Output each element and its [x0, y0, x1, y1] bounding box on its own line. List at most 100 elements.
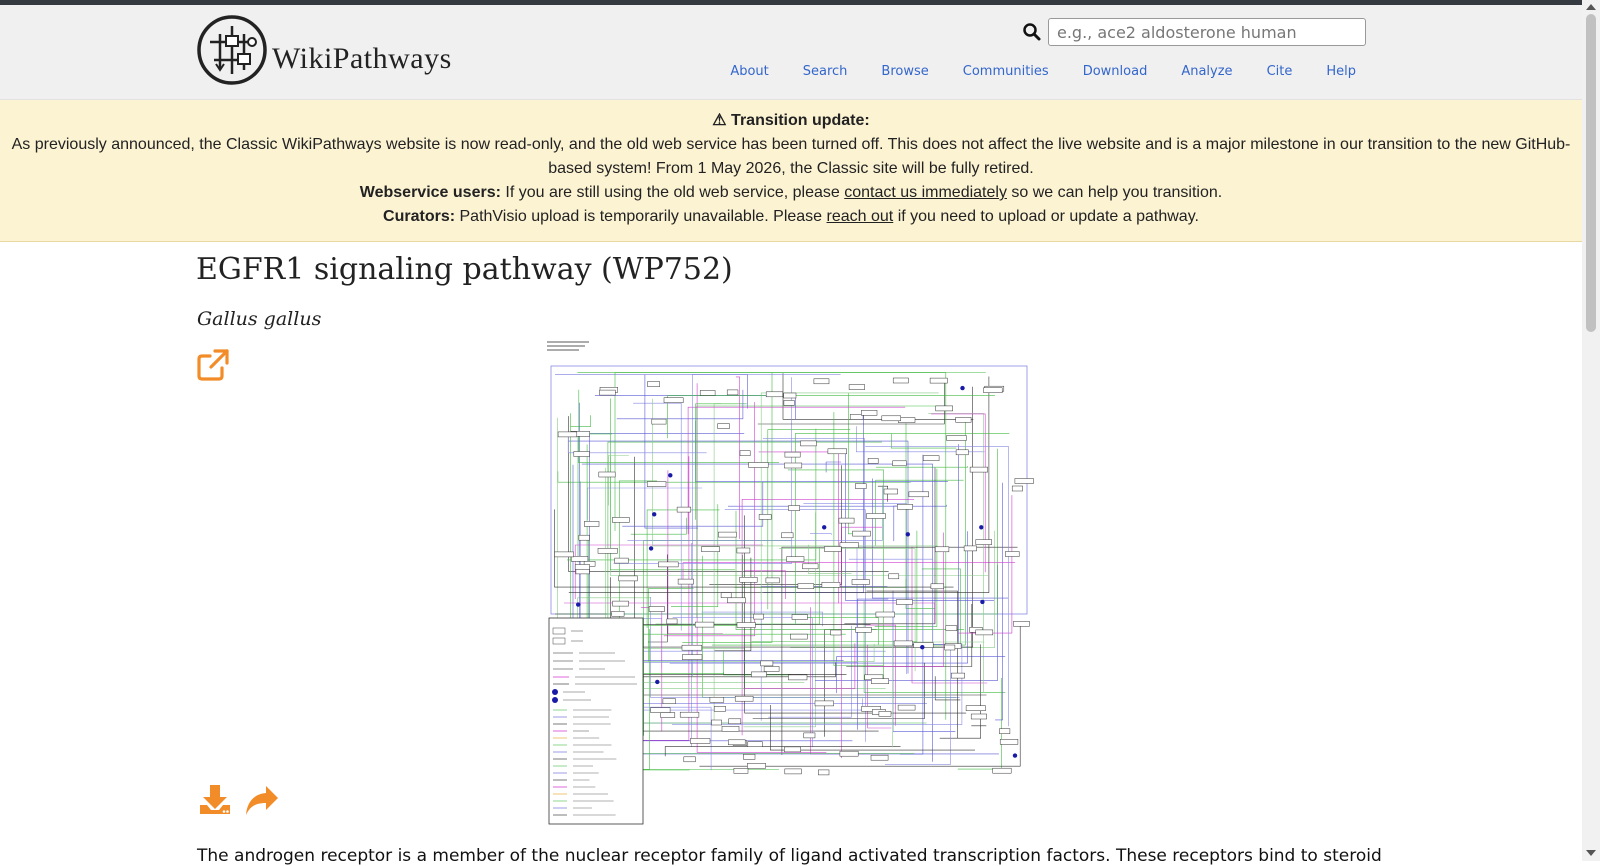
- nav-download[interactable]: Download: [1083, 64, 1148, 79]
- banner-webservice-line: Webservice users: If you are still using…: [0, 181, 1582, 205]
- gene-product-box: [680, 712, 699, 717]
- gene-product-box: [945, 645, 955, 650]
- banner-curators-line: Curators: PathVisio upload is temporaril…: [0, 205, 1582, 229]
- search-icon[interactable]: [1022, 22, 1042, 42]
- page-scrollbar[interactable]: [1582, 0, 1600, 861]
- gene-product-box: [648, 382, 660, 387]
- phosphorylation-marker: [960, 386, 964, 390]
- gene-product-box: [893, 461, 907, 466]
- gene-product-box: [853, 531, 871, 536]
- download-icon[interactable]: [198, 783, 232, 817]
- gene-product-box: [936, 406, 953, 411]
- gene-product-box: [737, 623, 755, 628]
- gene-product-box: [766, 392, 783, 397]
- nav-search[interactable]: Search: [803, 64, 848, 79]
- nav-browse[interactable]: Browse: [881, 64, 928, 79]
- nav-communities[interactable]: Communities: [963, 64, 1049, 79]
- gene-product-box: [1000, 739, 1018, 744]
- gene-product-box: [574, 452, 590, 457]
- phosphorylation-marker: [906, 532, 910, 536]
- phosphorylation-marker: [652, 512, 656, 516]
- gene-product-box: [789, 506, 800, 511]
- gene-product-box: [966, 706, 985, 711]
- gene-product-box: [764, 667, 779, 672]
- gene-product-box: [923, 456, 939, 461]
- gene-product-box: [1015, 479, 1034, 484]
- gene-product-box: [867, 514, 886, 519]
- gene-product-box: [652, 419, 666, 424]
- webservice-pre: If you are still using the old web servi…: [501, 184, 844, 201]
- gene-product-box: [695, 622, 714, 627]
- webservice-post: so we can help you transition.: [1007, 184, 1222, 201]
- gene-product-box: [734, 768, 748, 773]
- gene-product-box: [947, 436, 967, 441]
- gene-product-box: [784, 463, 801, 468]
- gene-product-box: [682, 655, 702, 660]
- external-link-icon[interactable]: [196, 348, 230, 382]
- phosphorylation-marker: [920, 645, 924, 649]
- nav-about[interactable]: About: [730, 64, 768, 79]
- gene-product-box: [1012, 486, 1022, 491]
- phosphorylation-marker: [576, 602, 580, 606]
- gene-product-box: [839, 518, 854, 523]
- gene-product-box: [930, 378, 947, 383]
- phosphorylation-marker: [1013, 753, 1017, 757]
- gene-product-box: [661, 713, 675, 718]
- gene-product-box: [884, 489, 898, 494]
- gene-product-box: [956, 450, 968, 455]
- gene-product-box: [871, 755, 888, 760]
- gene-product-box: [722, 726, 739, 731]
- gene-product-box: [909, 492, 929, 497]
- gene-product-box: [766, 578, 780, 583]
- nav-cite[interactable]: Cite: [1267, 64, 1293, 79]
- gene-product-box: [748, 742, 763, 747]
- contact-us-link[interactable]: contact us immediately: [844, 184, 1007, 201]
- gene-product-box: [558, 432, 577, 437]
- gene-product-box: [976, 630, 993, 635]
- nav-analyze[interactable]: Analyze: [1181, 64, 1232, 79]
- gene-product-box: [931, 584, 944, 589]
- gene-product-box: [792, 615, 807, 620]
- scrollbar-thumb[interactable]: [1586, 14, 1596, 332]
- gene-product-box: [871, 679, 888, 684]
- reach-out-link[interactable]: reach out: [827, 208, 894, 225]
- search-input[interactable]: [1048, 18, 1366, 46]
- gene-product-box: [984, 388, 1003, 393]
- gene-product-box: [740, 577, 758, 582]
- gene-product-box: [824, 547, 841, 552]
- transition-banner: ⚠ Transition update: As previously annou…: [0, 100, 1582, 242]
- nav-help[interactable]: Help: [1326, 64, 1356, 79]
- gene-product-box: [999, 729, 1010, 734]
- wikipathways-logo[interactable]: WikiPathways: [196, 10, 456, 90]
- gene-product-box: [970, 467, 988, 472]
- gene-product-box: [784, 747, 800, 752]
- gene-product-box: [815, 701, 834, 706]
- gene-product-box: [852, 580, 869, 585]
- gene-product-box: [667, 619, 677, 624]
- gene-product-box: [613, 601, 629, 606]
- gene-product-box: [893, 378, 908, 383]
- pathway-diagram[interactable]: [545, 338, 1045, 836]
- gene-product-box: [702, 547, 720, 552]
- gene-product-box: [710, 697, 724, 702]
- species-name: Gallus gallus: [197, 308, 321, 330]
- share-icon[interactable]: [244, 784, 280, 818]
- gene-product-box: [598, 548, 617, 553]
- logo-text: WikiPathways: [272, 42, 452, 76]
- gene-product-box: [658, 562, 678, 567]
- gene-product-box: [804, 733, 815, 738]
- main-nav: About Search Browse Communities Download…: [696, 64, 1356, 79]
- gene-product-box: [868, 458, 878, 463]
- gene-product-box: [976, 540, 992, 545]
- scroll-down-arrow-icon[interactable]: [1586, 850, 1596, 856]
- curators-pre: PathVisio upload is temporarily unavaila…: [455, 208, 826, 225]
- gene-product-box: [951, 673, 964, 678]
- gene-product-box: [822, 582, 840, 587]
- gene-product-box: [840, 543, 859, 548]
- gene-product-box: [964, 546, 977, 551]
- pathway-diagram-image: [545, 338, 1045, 836]
- gene-product-box: [740, 451, 750, 456]
- gene-product-box: [649, 607, 664, 612]
- gene-product-box: [584, 521, 599, 526]
- scroll-up-arrow-icon[interactable]: [1586, 4, 1596, 10]
